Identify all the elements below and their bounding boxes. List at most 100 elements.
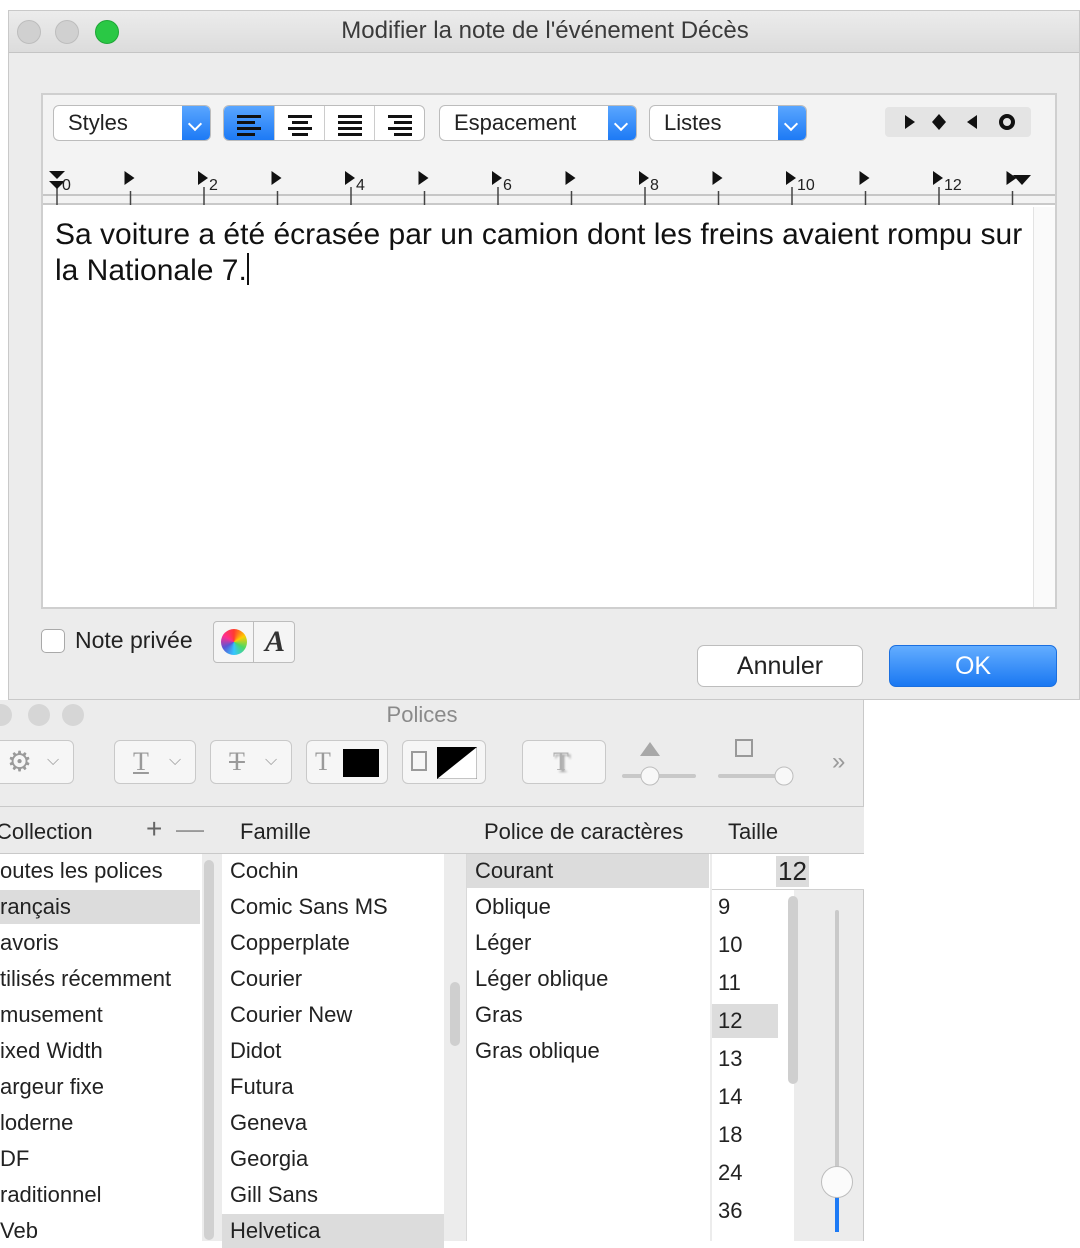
size-list: 9 10 11 12 13 14 18 24 36: [712, 890, 794, 1241]
list-item[interactable]: 18: [712, 1118, 778, 1152]
document-color-button[interactable]: [402, 740, 486, 784]
editor-scrollbar[interactable]: [1033, 207, 1055, 607]
cancel-button[interactable]: Annuler: [697, 645, 863, 687]
ruler-number: 0: [62, 177, 71, 194]
text-color-swatch: [343, 749, 379, 777]
collection-header: Collection: [0, 819, 93, 844]
list-item[interactable]: 10: [712, 928, 778, 962]
list-item[interactable]: Georgia: [222, 1142, 444, 1176]
gear-icon: ⚙: [7, 746, 33, 777]
list-item[interactable]: 12: [712, 1004, 778, 1038]
align-center-icon: [288, 115, 312, 139]
list-item[interactable]: Gill Sans: [222, 1178, 444, 1212]
lists-popup-label: Listes: [664, 110, 722, 135]
styles-popup-label: Styles: [68, 110, 128, 135]
action-menu-button[interactable]: ⚙ ⌵: [0, 740, 74, 784]
list-item[interactable]: 14: [712, 1080, 778, 1114]
dialog-title: Modifier la note de l'événement Décès: [341, 17, 749, 44]
align-left-button[interactable]: [224, 106, 274, 140]
chevron-down-icon: ⌵: [47, 752, 60, 769]
list-item[interactable]: rançais: [0, 890, 200, 924]
list-item[interactable]: raditionnel: [0, 1178, 200, 1212]
remove-collection-icon[interactable]: —: [176, 813, 204, 845]
list-item[interactable]: Léger: [467, 926, 709, 960]
list-item[interactable]: Courier: [222, 962, 444, 996]
color-picker-button[interactable]: [214, 622, 254, 662]
chevron-down-icon: [778, 106, 806, 140]
family-list: Cochin Comic Sans MS Copperplate Courier…: [222, 854, 444, 1248]
note-editor: Styles Espacement Listes 0 2 4 6 8 10 12…: [41, 93, 1057, 609]
underline-icon: T: [133, 747, 149, 776]
chevron-down-icon: [608, 106, 636, 140]
list-item[interactable]: Oblique: [467, 890, 709, 924]
list-item[interactable]: Courier New: [222, 998, 444, 1032]
typeface-header: Police de caractères: [484, 819, 684, 844]
decimal-tab-icon: [932, 114, 946, 130]
collection-scrollbar[interactable]: [204, 860, 214, 1240]
list-item[interactable]: 11: [712, 966, 778, 1000]
note-text-area[interactable]: Sa voiture a été écrasée par un camion d…: [55, 217, 1025, 289]
chevron-down-icon: ⌵: [169, 752, 182, 769]
size-header: Taille: [728, 819, 779, 844]
ruler[interactable]: 0 2 4 6 8 10 12: [43, 165, 1055, 205]
strikethrough-button[interactable]: T ⌵: [210, 740, 292, 784]
private-note-checkbox[interactable]: [41, 629, 65, 653]
spacing-popup[interactable]: Espacement: [439, 105, 637, 141]
list-item[interactable]: musement: [0, 998, 200, 1032]
shadow-blur-slider[interactable]: [714, 736, 804, 792]
size-slider-knob[interactable]: [821, 1166, 853, 1198]
ruler-number: 10: [797, 177, 815, 194]
list-item[interactable]: Veb: [0, 1214, 200, 1248]
text-color-button[interactable]: T: [306, 740, 388, 784]
tab-stop-icons: [905, 114, 1015, 130]
ruler-number: 12: [944, 177, 962, 194]
list-item[interactable]: Léger oblique: [467, 962, 709, 996]
list-item[interactable]: Gras oblique: [467, 1034, 709, 1068]
list-item[interactable]: argeur fixe: [0, 1070, 200, 1104]
chevron-down-icon: [182, 106, 210, 140]
styles-popup[interactable]: Styles: [53, 105, 211, 141]
text-shadow-button[interactable]: T: [522, 740, 606, 784]
list-item[interactable]: Didot: [222, 1034, 444, 1068]
list-item[interactable]: Helvetica: [222, 1214, 444, 1248]
align-justify-button[interactable]: [324, 106, 374, 140]
list-item[interactable]: ixed Width: [0, 1034, 200, 1068]
list-item[interactable]: Cochin: [222, 854, 444, 888]
family-scrollbar[interactable]: [450, 982, 460, 1046]
family-header: Famille: [240, 819, 311, 844]
list-item[interactable]: outes les polices: [0, 854, 200, 888]
list-item[interactable]: 13: [712, 1042, 778, 1076]
list-item[interactable]: 36: [712, 1194, 778, 1228]
list-item[interactable]: Comic Sans MS: [222, 890, 444, 924]
list-item[interactable]: DF: [0, 1142, 200, 1176]
list-item[interactable]: 24: [712, 1156, 778, 1190]
document-color-swatch: [437, 747, 477, 779]
size-scrollbar[interactable]: [788, 896, 798, 1084]
list-item[interactable]: loderne: [0, 1106, 200, 1140]
left-tab-icon: [905, 115, 915, 129]
list-item[interactable]: 9: [712, 890, 778, 924]
more-tools-icon[interactable]: »: [832, 748, 845, 776]
list-item[interactable]: Copperplate: [222, 926, 444, 960]
list-item[interactable]: avoris: [0, 926, 200, 960]
list-item[interactable]: Geneva: [222, 1106, 444, 1140]
align-right-button[interactable]: [374, 106, 424, 140]
format-toolbar: Styles Espacement Listes 0 2 4 6 8 10 12: [43, 95, 1055, 205]
list-item[interactable]: Futura: [222, 1070, 444, 1104]
fonts-title-bar: Polices: [0, 700, 864, 728]
ruler-number: 6: [503, 177, 512, 194]
strikethrough-icon: T: [229, 747, 245, 776]
note-text: Sa voiture a été écrasée par un camion d…: [55, 218, 1023, 287]
lists-popup[interactable]: Listes: [649, 105, 807, 141]
align-center-button[interactable]: [274, 106, 324, 140]
font-panel-icon[interactable]: A: [255, 622, 295, 662]
add-collection-icon[interactable]: +: [146, 813, 162, 845]
document-icon: [411, 751, 427, 771]
size-field[interactable]: 12: [712, 854, 864, 890]
underline-button[interactable]: T ⌵: [114, 740, 196, 784]
ok-button[interactable]: OK: [889, 645, 1057, 687]
list-item[interactable]: tilisés récemment: [0, 962, 200, 996]
shadow-opacity-slider[interactable]: [618, 736, 708, 792]
list-item[interactable]: Gras: [467, 998, 709, 1032]
list-item[interactable]: Courant: [467, 854, 709, 888]
